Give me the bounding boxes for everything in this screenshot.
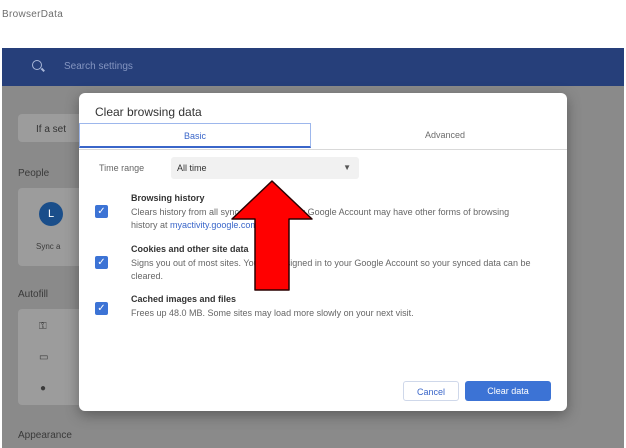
red-arrow-annotation — [231, 180, 313, 291]
arrow-up-icon — [231, 180, 313, 291]
